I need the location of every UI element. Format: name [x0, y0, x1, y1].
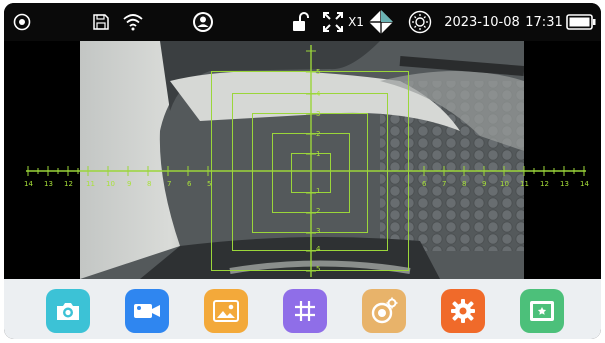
v-label-bottom-5: 5: [316, 265, 321, 273]
h-label-left-9: 9: [127, 180, 132, 188]
h-label-right-6: 6: [422, 180, 427, 188]
screen-star-icon: [530, 301, 554, 321]
led-brightness-icon[interactable]: [406, 3, 434, 41]
h-label-left-10: 10: [106, 180, 115, 188]
h-label-left-7: 7: [167, 180, 172, 188]
h-label-right-12: 12: [540, 180, 549, 188]
h-label-right-9: 9: [482, 180, 487, 188]
v-label-top-1: 1: [316, 150, 321, 158]
battery-full-icon: [564, 3, 598, 41]
v-label-top-5: 5: [316, 68, 321, 76]
v-label-top-3: 3: [316, 110, 321, 118]
crosshair-mode-icon[interactable]: [367, 3, 395, 41]
video-app-button[interactable]: [125, 289, 169, 333]
user-circle-icon[interactable]: [190, 3, 216, 41]
camera-viewport[interactable]: 5 4 3 2 1 1 2 3 4 5: [80, 41, 524, 279]
h-label-right-7: 7: [442, 180, 447, 188]
grid-icon: [295, 301, 315, 321]
h-label-right-14: 14: [580, 180, 589, 188]
h-label-left-6: 6: [187, 180, 192, 188]
h-label-left-12: 12: [64, 180, 73, 188]
unlocked-padlock-icon[interactable]: [288, 3, 314, 41]
v-label-top-2: 2: [316, 130, 321, 138]
time-display: 17:31: [525, 14, 563, 30]
video-camera-icon: [134, 304, 160, 318]
h-label-right-8: 8: [462, 180, 467, 188]
camera-settings-app-button[interactable]: [362, 289, 406, 333]
h-label-right-11: 11: [520, 180, 529, 188]
v-label-top-4: 4: [316, 90, 321, 98]
h-label-left-13: 13: [44, 180, 53, 188]
v-label-bottom-4: 4: [316, 245, 321, 253]
h-label-right-10: 10: [500, 180, 509, 188]
h-label-left-11: 11: [86, 180, 95, 188]
status-bar: X1 2023-10-08 17:31: [4, 3, 601, 41]
wifi-icon[interactable]: [120, 3, 146, 41]
vertical-ruler: [306, 45, 316, 277]
app-dock: [4, 279, 601, 339]
floppy-disk-icon[interactable]: [90, 3, 112, 41]
device-screen: X1 2023-10-08 17:31 5 4 3 2 1 1 2 3 4 5 …: [4, 3, 601, 339]
grid-app-button[interactable]: [283, 289, 327, 333]
picture-icon: [213, 300, 239, 322]
zoom-expand-icon[interactable]: [320, 3, 346, 41]
lens-gear-icon: [371, 297, 398, 324]
zoom-label: X1: [348, 15, 364, 29]
v-label-bottom-3: 3: [316, 227, 321, 235]
record-dot-icon[interactable]: [10, 3, 34, 41]
camera-app-button[interactable]: [46, 289, 90, 333]
h-label-right-13: 13: [560, 180, 569, 188]
h-label-left-14: 14: [24, 180, 33, 188]
gallery-app-button[interactable]: [204, 289, 248, 333]
horizontal-ruler: [26, 166, 586, 176]
gear-icon: [451, 299, 475, 323]
h-label-left-5: 5: [207, 180, 212, 188]
date-display: 2023-10-08: [444, 14, 520, 30]
camera-icon: [57, 303, 79, 320]
screen-app-button[interactable]: [520, 289, 564, 333]
v-label-bottom-2: 2: [316, 207, 321, 215]
h-label-left-8: 8: [147, 180, 152, 188]
v-label-bottom-1: 1: [316, 187, 321, 195]
settings-app-button[interactable]: [441, 289, 485, 333]
